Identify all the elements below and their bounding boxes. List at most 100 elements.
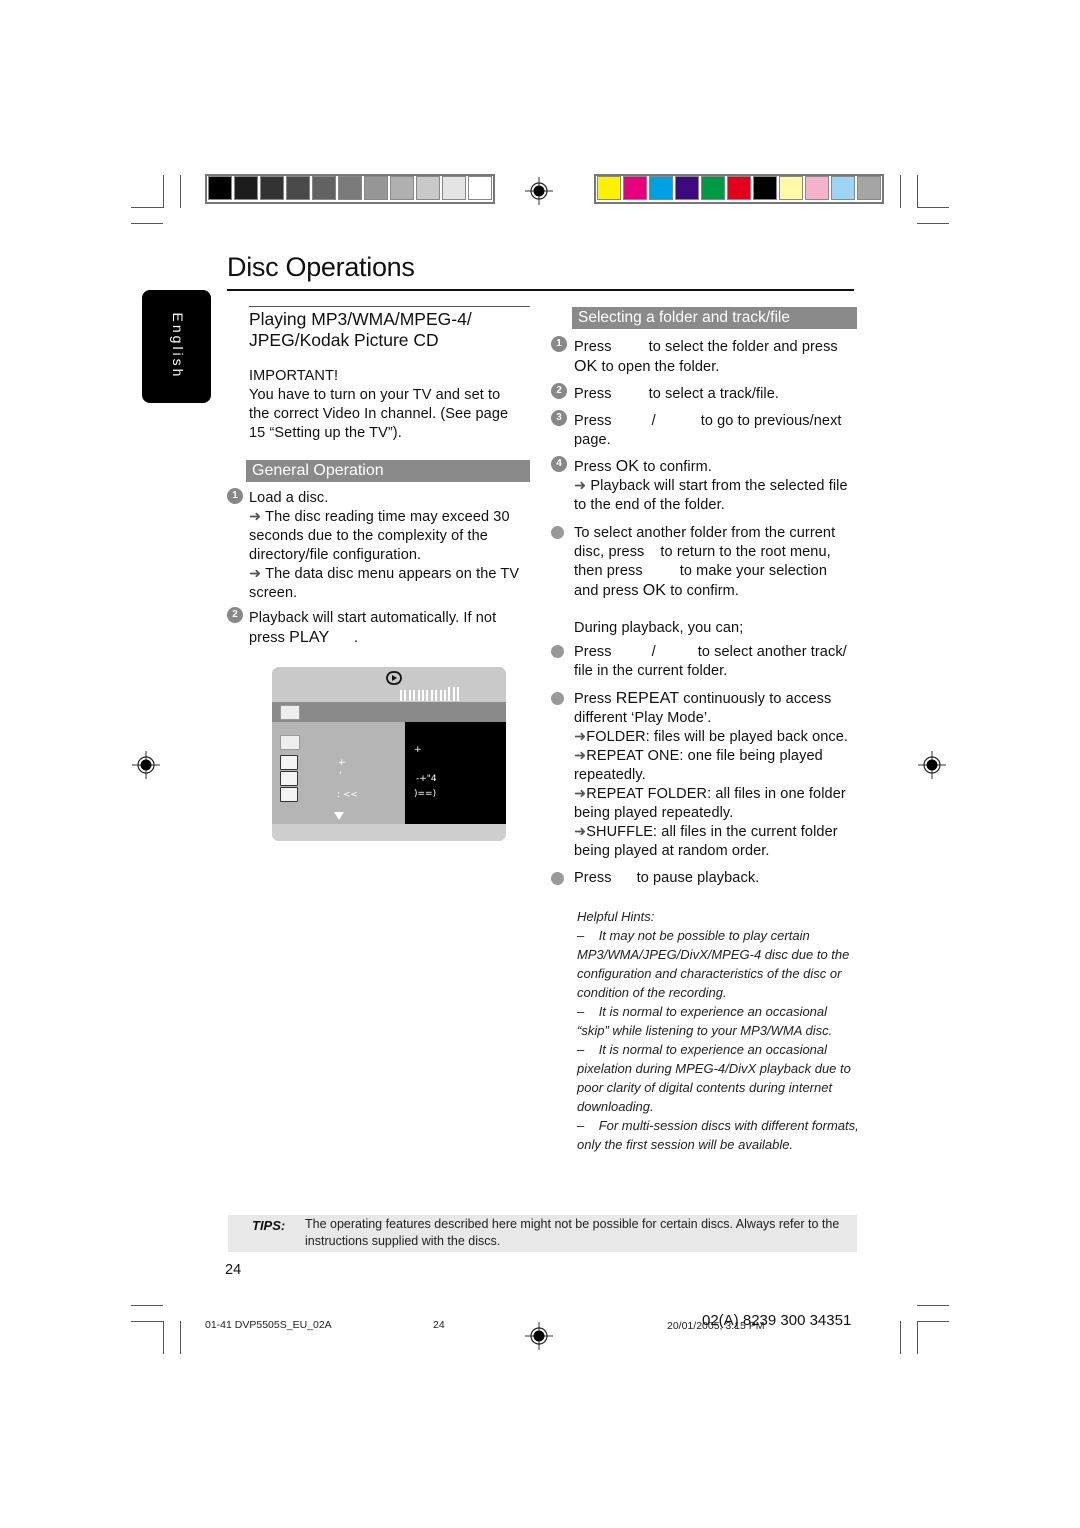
step-text: Press: [574, 339, 612, 355]
heading-line: Playing MP3/WMA/MPEG-4/: [249, 309, 472, 329]
color-swatch: [831, 176, 855, 200]
step-1: Load a disc. ➜ The disc reading time may…: [249, 489, 525, 603]
step-text: Press: [574, 413, 612, 429]
arrow-icon: ➜: [249, 509, 262, 525]
footer-page: 24: [433, 1319, 445, 1331]
hint-text: It is normal to experience an occasional…: [577, 1042, 851, 1114]
repeat-text: Press REPEAT continuously to access diff…: [574, 689, 859, 861]
progress-tick: [422, 690, 424, 701]
play-key-label: PLAY: [289, 629, 330, 646]
color-calibration-bar: [594, 174, 884, 204]
footer-file-code: 01-41 DVP5505S_EU_02A: [205, 1319, 332, 1331]
step-number: 4: [551, 456, 567, 472]
color-swatch: [338, 176, 362, 200]
tv-header-band: [272, 702, 506, 722]
right-step-3: Press / to go to previous/next page.: [574, 412, 859, 450]
progress-tick: [448, 687, 451, 701]
crop-mark: [917, 1305, 949, 1306]
tips-box: TIPS: The operating features described h…: [228, 1215, 857, 1252]
step-text: to select a track/file.: [648, 386, 780, 402]
step-note: ➜ The disc reading time may exceed 30 se…: [249, 508, 525, 565]
footer-part-number: 02(A) 8239 300 34351: [702, 1312, 852, 1329]
progress-tick: [408, 690, 411, 701]
crop-mark: [917, 207, 949, 208]
text-line: to make your selection: [679, 563, 827, 579]
note-text: The data disc menu appears on the TV scr…: [249, 566, 520, 601]
step-text: Press: [574, 459, 612, 475]
tv-mark: +: [414, 745, 422, 755]
step-text: Press: [574, 386, 612, 402]
text-line: Press: [574, 644, 612, 660]
text-line: disc, press: [574, 544, 645, 560]
step-number: 2: [551, 383, 567, 399]
color-swatch: [390, 176, 414, 200]
progress-tick: [452, 687, 455, 701]
mode-desc: files will be played back once.: [653, 729, 849, 745]
color-swatch: [468, 176, 492, 200]
tips-label: TIPS:: [252, 1218, 286, 1233]
progress-tick: [400, 690, 402, 701]
progress-tick: [404, 690, 407, 701]
mode-name: SHUFFLE:: [586, 824, 658, 840]
color-swatch: [364, 176, 388, 200]
bullet-icon: [551, 645, 564, 658]
registration-mark-icon: [525, 177, 553, 205]
title-rule: [227, 289, 854, 291]
mode-name: FOLDER:: [586, 729, 650, 745]
section-bar-selecting-folder: Selecting a folder and track/file: [572, 307, 857, 329]
another-folder-text: To select another folder from the curren…: [574, 524, 859, 601]
registration-mark-icon: [918, 751, 946, 779]
color-swatch: [286, 176, 310, 200]
tv-preview-pane: [405, 722, 506, 824]
crop-mark: [917, 175, 918, 208]
file-icon: [280, 755, 298, 770]
tv-mark: : <<: [337, 790, 358, 800]
section-heading: Playing MP3/WMA/MPEG-4/ JPEG/Kodak Pictu…: [249, 309, 531, 351]
hint-item: – It is normal to experience an occasion…: [577, 1042, 851, 1114]
tips-text: The operating features described here mi…: [305, 1217, 840, 1248]
crop-mark: [163, 1321, 164, 1354]
helpful-hints: Helpful Hints: – It may not be possible …: [577, 907, 862, 1154]
progress-tick: [426, 690, 429, 701]
tv-mark: ': [339, 771, 342, 781]
page-number: 24: [225, 1262, 242, 1278]
arrow-icon: ➜: [574, 729, 587, 745]
play-circle-icon: [386, 671, 402, 685]
tv-mark: +: [338, 758, 346, 768]
important-label: IMPORTANT!: [249, 368, 339, 384]
separator: /: [651, 413, 656, 429]
step-text: page.: [574, 432, 611, 448]
text-line: To select another folder from the curren…: [574, 525, 836, 541]
mode-name: REPEAT FOLDER:: [586, 786, 712, 802]
text-line: continuously to access: [683, 691, 832, 707]
arrow-icon: ➜: [249, 566, 262, 582]
color-swatch: [623, 176, 647, 200]
color-swatch: [260, 176, 284, 200]
step-text: Playback will start automatically. If no…: [249, 610, 497, 646]
tv-mark: -+"4: [416, 774, 437, 784]
separator: /: [651, 644, 656, 660]
color-swatch: [805, 176, 829, 200]
right-step-4: Press OK to confirm. ➜ Playback will sta…: [574, 457, 859, 515]
step-text: Load a disc.: [249, 490, 329, 506]
color-swatch: [416, 176, 440, 200]
step-number: 3: [551, 410, 567, 426]
step-text: to confirm.: [643, 459, 712, 475]
crop-mark: [180, 175, 181, 208]
heading-line: JPEG/Kodak Picture CD: [249, 330, 439, 350]
folder-icon: [280, 735, 300, 750]
page-title: Disc Operations: [227, 252, 415, 282]
text-line: Press: [574, 870, 612, 886]
file-icon: [280, 787, 298, 802]
text-line: then press: [574, 563, 643, 579]
crop-mark: [917, 223, 949, 224]
step-2: Playback will start automatically. If no…: [249, 609, 511, 648]
play-mode: ➜SHUFFLE: all files in the current folde…: [574, 823, 859, 861]
text-line: to confirm.: [670, 583, 739, 599]
arrow-icon: ➜: [574, 748, 587, 764]
right-step-1: Press to select the folder and press OK t…: [574, 338, 859, 377]
heading-rule: [249, 306, 530, 307]
color-swatch: [701, 176, 725, 200]
language-label: English: [170, 312, 186, 380]
arrow-icon: ➜: [574, 478, 587, 494]
